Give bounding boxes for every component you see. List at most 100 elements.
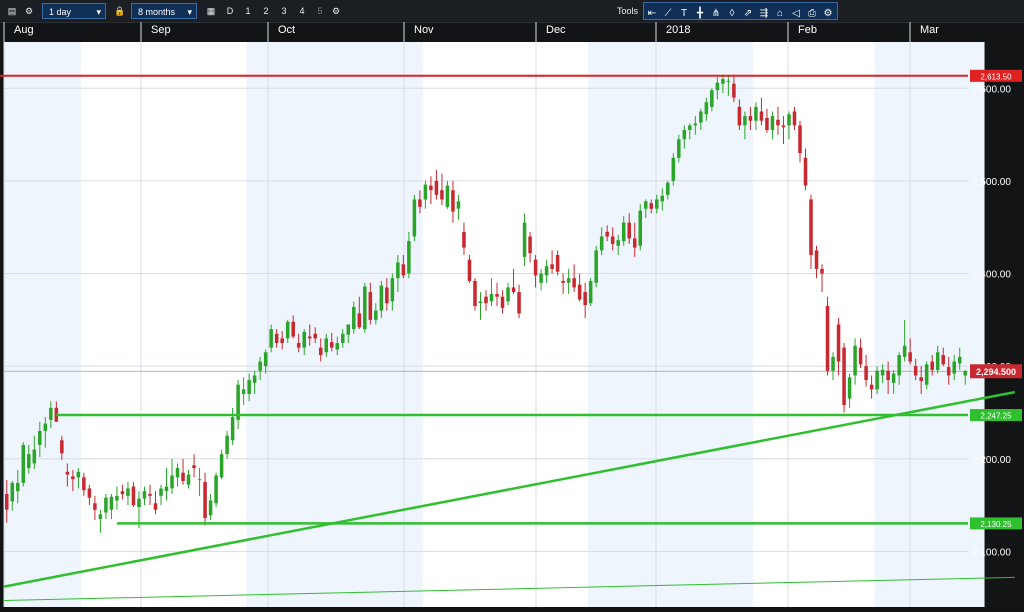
candle-body (737, 106, 742, 126)
candle-body (219, 454, 224, 478)
y-tick-label: 2,600.00 (972, 84, 1011, 95)
candle-body (109, 496, 114, 510)
period-button-2[interactable]: 2 (258, 3, 274, 19)
period-button-4[interactable]: 4 (294, 3, 310, 19)
candle-body (588, 280, 593, 304)
candle-body (781, 125, 786, 128)
candle-body (65, 471, 70, 475)
chevron-down-icon: ▾ (187, 7, 192, 17)
candle-body (935, 352, 940, 370)
candle-body (170, 475, 174, 489)
candle-body (307, 336, 312, 339)
candle-body (522, 222, 527, 257)
candle-body (484, 296, 488, 304)
candle-body (836, 324, 841, 362)
candle-body (721, 79, 725, 84)
candle-body (798, 125, 802, 154)
toolbar: ▤ ⚙ 1 day ▾ 🔒 8 months ▾ ▦ D 1 2 3 4 5 ⚙ T… (0, 0, 1024, 23)
settings-icon[interactable]: ⚙ (21, 3, 37, 19)
drop-icon[interactable]: ◊ (724, 6, 740, 22)
candle-body (214, 475, 218, 504)
candle-body (153, 503, 158, 510)
print-icon[interactable]: ⎙ (804, 6, 820, 22)
fork-icon[interactable]: ⋔ (708, 6, 724, 22)
candle-body (897, 355, 901, 376)
candle-body (346, 324, 351, 335)
candle-body (732, 83, 736, 98)
y-tick-label: 2,100.00 (972, 547, 1011, 558)
candle-body (550, 264, 554, 269)
eraser-icon[interactable]: ◁ (788, 6, 804, 22)
candle-body (941, 355, 945, 365)
candle-body (407, 241, 411, 274)
calendar-icon[interactable]: ▦ (203, 3, 219, 19)
candle-body (765, 117, 769, 130)
candle-body (671, 157, 676, 181)
candle-body (357, 313, 362, 328)
candle-body (478, 301, 483, 304)
candle-body (390, 278, 395, 302)
candle-body (445, 185, 450, 207)
candle-body (710, 90, 714, 107)
y-tick-label: 2,200.00 (972, 455, 1011, 466)
candle-body (814, 250, 819, 269)
candle-body (98, 514, 103, 520)
candle-body (412, 199, 417, 237)
candle-body (842, 347, 846, 406)
candle-body (368, 292, 373, 320)
chevron-down-icon: ▾ (96, 7, 101, 17)
candle-body (952, 361, 956, 374)
lock-icon[interactable]: 🔒 (112, 3, 128, 19)
channel-icon[interactable]: ⇶ (756, 6, 772, 22)
period-button-1[interactable]: 1 (240, 3, 256, 19)
candle-body (864, 366, 868, 381)
candle-body (186, 474, 191, 485)
period-button-5[interactable]: 5 (312, 3, 328, 19)
candle-body (489, 293, 494, 302)
gear-icon[interactable]: ⚙ (328, 3, 344, 19)
candle-body (924, 364, 929, 385)
period-button-d[interactable]: D (222, 3, 238, 19)
shapes-icon[interactable]: ⌂ (772, 6, 788, 22)
y-tick-label: 2,500.00 (972, 177, 1011, 188)
candle-body (930, 361, 934, 370)
candle-body (803, 157, 808, 186)
arrow-left-icon[interactable]: ⇤ (644, 6, 660, 22)
candle-body (16, 482, 20, 492)
candle-body (770, 116, 775, 130)
candle-body (208, 500, 213, 516)
candle-body (704, 102, 709, 115)
candle-body (666, 182, 670, 195)
candle-body (401, 264, 406, 276)
candle-body (825, 305, 830, 371)
line-tool-icon[interactable]: ⟋ (660, 6, 676, 22)
candle-body (561, 280, 565, 283)
candle-body (688, 125, 692, 130)
candle-body (32, 449, 37, 464)
candle-body (627, 222, 631, 239)
candlestick-chart[interactable]: Aug Sep Oct Nov Dec 2018 Feb Mar2,100.002,200.0… (0, 22, 1024, 607)
period-button-3[interactable]: 3 (276, 3, 292, 19)
month-shade (4, 42, 82, 607)
candle-body (274, 333, 279, 344)
candle-body (577, 284, 582, 300)
candle-body (396, 262, 400, 279)
candle-body (754, 106, 758, 121)
range-select[interactable]: 8 months ▾ (131, 3, 197, 19)
chart-menu-icon[interactable]: ▤ (4, 3, 20, 19)
candle-body (296, 343, 301, 348)
fibonacci-icon[interactable]: ⇗ (740, 6, 756, 22)
candle-body (120, 491, 125, 494)
interval-select[interactable]: 1 day ▾ (42, 3, 106, 19)
candle-body (528, 236, 532, 254)
share-icon[interactable]: ⚙ (820, 6, 836, 22)
text-tool-icon[interactable]: T (676, 6, 692, 22)
candle-body (605, 231, 609, 237)
candle-body (957, 356, 962, 364)
candle-body (363, 286, 367, 330)
candle-body (831, 356, 835, 371)
crosshair-icon[interactable]: ╋ (692, 6, 708, 22)
candle-body (677, 139, 681, 158)
candle-body (82, 477, 86, 491)
candle-body (539, 273, 543, 283)
